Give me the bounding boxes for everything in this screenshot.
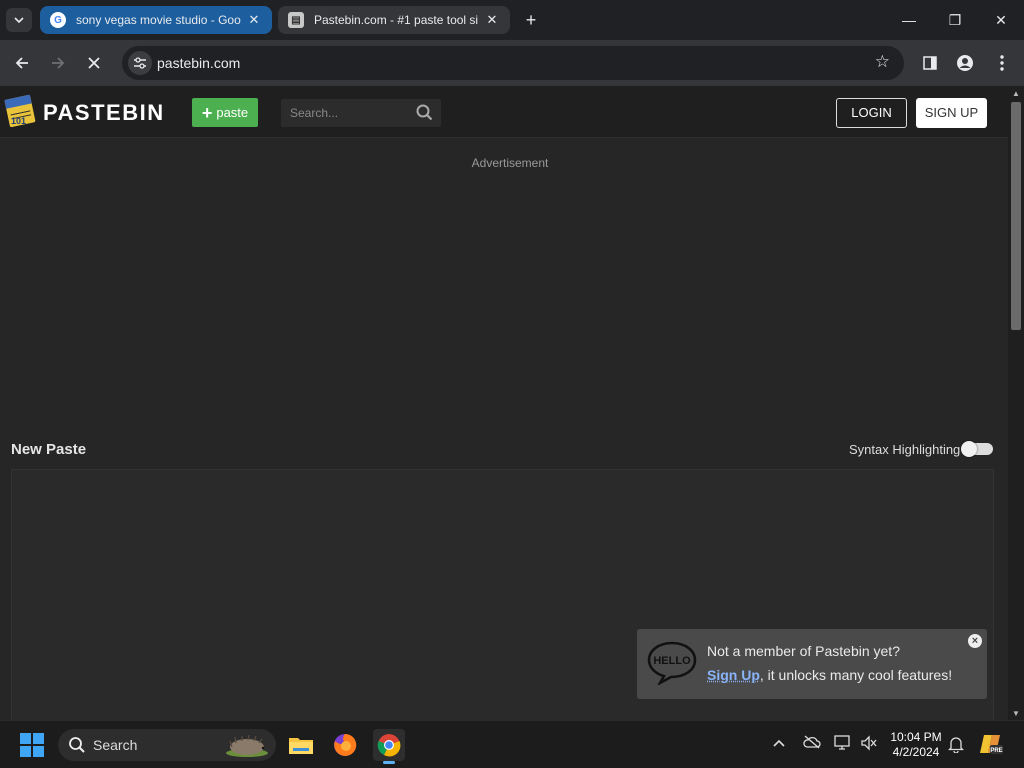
toggle-knob [961, 441, 977, 457]
tab-google-search[interactable]: G sony vegas movie studio - Goo ✕ [40, 6, 272, 34]
active-app-indicator [383, 761, 395, 764]
url-text: pastebin.com [157, 55, 241, 71]
close-tab-icon[interactable]: ✕ [484, 12, 500, 28]
pastebin-icon: ▤ [288, 12, 304, 28]
svg-text:101: 101 [11, 116, 26, 126]
close-window-button[interactable]: ✕ [978, 0, 1024, 40]
network-icon[interactable] [834, 735, 852, 754]
search-icon[interactable] [416, 104, 433, 121]
restore-button[interactable]: ❐ [932, 0, 978, 40]
copilot-preview-icon[interactable]: PRE [978, 731, 1004, 760]
promo-text-rest: , it unlocks many cool features! [759, 667, 953, 683]
taskbar-search[interactable]: Search [58, 729, 276, 761]
firefox-icon[interactable] [329, 729, 361, 761]
login-button[interactable]: LOGIN [836, 98, 907, 128]
profile-icon[interactable] [952, 50, 978, 76]
browser-tab-bar: G sony vegas movie studio - Goo ✕ ▤ Past… [0, 0, 1024, 40]
taskbar-search-label: Search [93, 737, 138, 753]
scrollbar-thumb[interactable] [1011, 102, 1021, 330]
file-explorer-icon[interactable] [285, 729, 317, 761]
syntax-highlighting-toggle[interactable] [961, 441, 993, 457]
forward-button[interactable] [43, 48, 73, 78]
back-button[interactable] [7, 48, 37, 78]
site-search [281, 99, 441, 127]
promo-signup-link[interactable]: Sign Up [707, 667, 760, 683]
promo-text: Not a member of Pastebin yet? [707, 643, 900, 659]
clock-time: 10:04 PM [890, 730, 942, 744]
scroll-down-arrow-icon[interactable]: ▼ [1012, 709, 1020, 718]
scroll-up-arrow-icon[interactable]: ▲ [1012, 89, 1020, 98]
volume-muted-icon[interactable] [860, 735, 878, 754]
advertisement-label: Advertisement [471, 156, 549, 170]
tab-title: Pastebin.com - #1 paste tool si [314, 13, 479, 27]
site-logo-text[interactable]: PASTEBIN [43, 100, 165, 126]
pastebin-page: 101 PASTEBIN + paste LOGIN SIGN UP Adver… [0, 86, 1008, 720]
promo-text-2: Sign Up, it unlocks many cool features! [707, 667, 952, 683]
browser-toolbar: pastebin.com ☆ [0, 40, 1024, 86]
arrow-left-icon [15, 57, 28, 69]
stop-loading-button[interactable] [79, 48, 109, 78]
clock-date: 4/2/2024 [892, 745, 940, 759]
show-hidden-icons-icon[interactable] [772, 735, 786, 751]
side-panel-icon[interactable] [917, 50, 943, 76]
close-popup-icon[interactable]: × [968, 634, 982, 648]
kebab-menu-icon[interactable] [989, 50, 1015, 76]
pastebin-logo-icon[interactable]: 101 [3, 93, 37, 129]
close-tab-icon[interactable]: ✕ [246, 12, 262, 28]
hello-speech-bubble-icon: HELLO [647, 641, 697, 685]
google-icon: G [50, 12, 66, 28]
tab-pastebin[interactable]: ▤ Pastebin.com - #1 paste tool si ✕ [278, 6, 510, 34]
arrow-right-icon [52, 57, 65, 69]
page-scrollbar[interactable]: ▲ ▼ [1008, 86, 1024, 720]
tab-title: sony vegas movie studio - Goo [76, 13, 241, 27]
plus-icon: + [201, 102, 213, 123]
svg-text:HELLO: HELLO [653, 655, 691, 667]
minimize-button[interactable]: — [886, 0, 932, 40]
hedgehog-icon [226, 735, 268, 757]
new-paste-heading: New Paste [11, 441, 87, 458]
signup-button[interactable]: SIGN UP [916, 98, 987, 128]
close-icon [88, 57, 100, 69]
notification-bell-icon[interactable] [947, 735, 965, 756]
onedrive-offline-icon[interactable] [803, 735, 821, 752]
new-tab-button[interactable]: + [520, 8, 542, 32]
windows-start-icon[interactable] [20, 733, 44, 757]
signup-promo-popup: HELLO Not a member of Pastebin yet? Sign… [637, 629, 987, 699]
search-icon [69, 737, 85, 753]
system-clock[interactable]: 10:04 PM 4/2/2024 [890, 730, 942, 760]
paste-button-label: paste [216, 105, 249, 120]
new-paste-button[interactable]: + paste [192, 98, 258, 127]
syntax-highlighting-label: Syntax Highlighting [849, 442, 961, 457]
site-search-input[interactable] [281, 99, 411, 127]
site-settings-icon[interactable] [128, 51, 152, 75]
chrome-taskbar-icon[interactable] [373, 729, 405, 764]
svg-text:PRE: PRE [990, 748, 1002, 754]
bookmark-star-icon[interactable]: ☆ [875, 52, 890, 72]
address-bar[interactable]: pastebin.com ☆ [122, 46, 904, 80]
tab-search-button[interactable] [6, 8, 32, 32]
site-header: 101 PASTEBIN + paste LOGIN SIGN UP [0, 86, 1008, 138]
windows-taskbar: Search 10:04 PM 4/2/2024 PRE [0, 720, 1024, 768]
chevron-down-icon [14, 17, 24, 24]
